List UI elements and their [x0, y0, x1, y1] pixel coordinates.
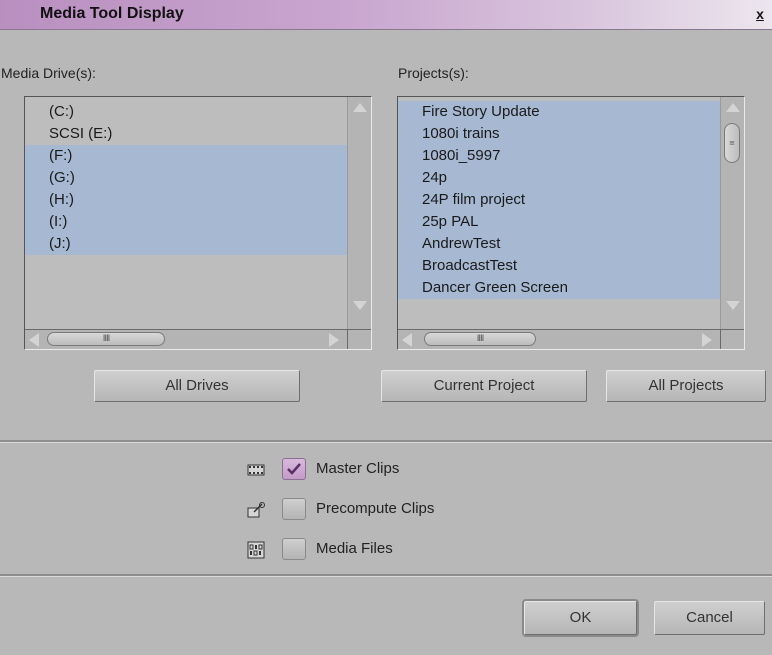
list-item[interactable]: Dancer Green Screen — [398, 277, 720, 299]
checkmark-icon — [287, 463, 301, 475]
scroll-left-icon[interactable] — [29, 333, 39, 347]
list-item[interactable]: (I:) — [25, 211, 347, 233]
footer-divider — [0, 574, 772, 577]
list-item[interactable]: (G:) — [25, 167, 347, 189]
all-drives-button[interactable]: All Drives — [94, 370, 300, 402]
master-clips-label: Master Clips — [316, 460, 400, 477]
list-item[interactable]: (J:) — [25, 233, 347, 255]
list-item[interactable]: 1080i_5997 — [398, 145, 720, 167]
filmstrip-icon — [247, 464, 265, 476]
projects-label: Projects(s): — [398, 65, 469, 81]
scroll-down-icon[interactable] — [726, 301, 740, 310]
media-drives-list[interactable]: (C:) SCSI (E:) (F:) (G:) (H:) (I:) (J:) IIII — [24, 96, 372, 350]
current-project-button[interactable]: Current Project — [381, 370, 587, 402]
list-item[interactable]: BroadcastTest — [398, 255, 720, 277]
master-clips-checkbox[interactable] — [282, 458, 306, 480]
precompute-icon — [247, 502, 265, 518]
list-item[interactable]: (C:) — [25, 101, 347, 123]
drives-vertical-scrollbar[interactable] — [347, 97, 371, 331]
window-title: Media Tool Display — [40, 5, 184, 22]
projects-horizontal-scrollbar[interactable]: IIII — [398, 329, 722, 349]
cancel-button[interactable]: Cancel — [654, 601, 765, 635]
scroll-corner — [347, 329, 371, 349]
scroll-right-icon[interactable] — [329, 333, 339, 347]
list-item[interactable]: 25p PAL — [398, 211, 720, 233]
projects-list[interactable]: Fire Story Update 1080i trains 1080i_5997 2… — [397, 96, 745, 350]
horizontal-scroll-thumb[interactable]: IIII — [47, 332, 165, 346]
dialog-body: Media Drive(s): (C:) SCSI (E:) (F:) (G:) (H:… — [0, 30, 772, 655]
close-button[interactable]: x — [752, 6, 768, 22]
media-drives-label: Media Drive(s): — [1, 65, 96, 81]
projects-vertical-scrollbar[interactable]: ≡ — [720, 97, 744, 331]
title-bar: Media Tool Display x — [0, 0, 772, 30]
list-item[interactable]: SCSI (E:) — [25, 123, 347, 145]
precompute-clips-label: Precompute Clips — [316, 500, 435, 517]
list-item[interactable]: Fire Story Update — [398, 101, 720, 123]
all-projects-button[interactable]: All Projects — [606, 370, 766, 402]
drives-horizontal-scrollbar[interactable]: IIII — [25, 329, 349, 349]
scroll-up-icon[interactable] — [726, 103, 740, 112]
vertical-scroll-thumb[interactable]: ≡ — [724, 123, 740, 163]
scroll-up-icon[interactable] — [353, 103, 367, 112]
list-item[interactable]: (F:) — [25, 145, 347, 167]
section-divider — [0, 440, 772, 443]
list-item[interactable]: 1080i trains — [398, 123, 720, 145]
precompute-clips-checkbox[interactable] — [282, 498, 306, 520]
scroll-right-icon[interactable] — [702, 333, 712, 347]
list-item[interactable]: 24p — [398, 167, 720, 189]
ok-button[interactable]: OK — [522, 599, 639, 637]
scroll-down-icon[interactable] — [353, 301, 367, 310]
media-files-label: Media Files — [316, 540, 393, 557]
media-file-icon — [247, 541, 265, 559]
master-clips-option[interactable]: Master Clips — [246, 458, 546, 482]
media-files-checkbox[interactable] — [282, 538, 306, 560]
scroll-corner — [720, 329, 744, 349]
scroll-left-icon[interactable] — [402, 333, 412, 347]
precompute-clips-option[interactable]: Precompute Clips — [246, 498, 546, 522]
media-files-option[interactable]: Media Files — [246, 538, 546, 562]
list-item[interactable]: AndrewTest — [398, 233, 720, 255]
list-item[interactable]: 24P film project — [398, 189, 720, 211]
horizontal-scroll-thumb[interactable]: IIII — [424, 332, 536, 346]
list-item[interactable]: (H:) — [25, 189, 347, 211]
